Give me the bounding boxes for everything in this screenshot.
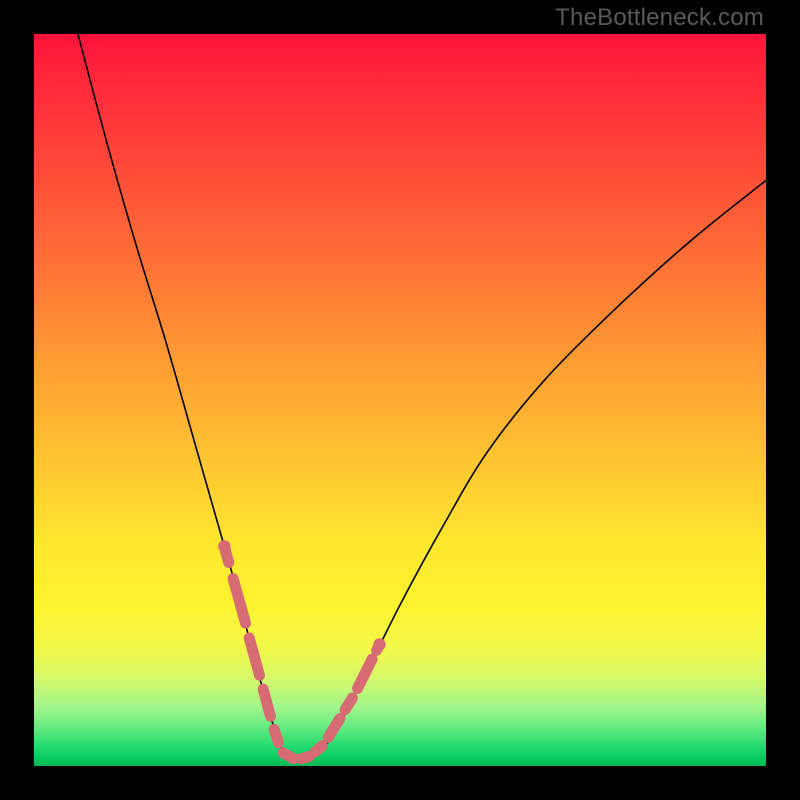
highlight-segment bbox=[315, 746, 322, 753]
plot-area bbox=[34, 34, 766, 766]
highlight-segment bbox=[283, 753, 294, 759]
curve-svg bbox=[34, 34, 766, 766]
highlight-segment bbox=[274, 729, 278, 742]
highlight-segment bbox=[263, 689, 270, 716]
highlight-end-dot bbox=[218, 540, 230, 552]
highlight-segment bbox=[301, 756, 309, 758]
bottleneck-curve-path bbox=[78, 34, 766, 761]
highlight-segment bbox=[358, 659, 373, 688]
highlight-end-dot bbox=[373, 638, 385, 650]
highlight-overlay bbox=[218, 540, 386, 758]
chart-frame: TheBottleneck.com bbox=[0, 0, 800, 800]
watermark-text: TheBottleneck.com bbox=[555, 4, 764, 32]
highlight-segment bbox=[328, 718, 340, 737]
highlight-segment bbox=[249, 638, 259, 675]
highlight-segment bbox=[345, 698, 352, 710]
highlight-segment bbox=[233, 579, 245, 624]
